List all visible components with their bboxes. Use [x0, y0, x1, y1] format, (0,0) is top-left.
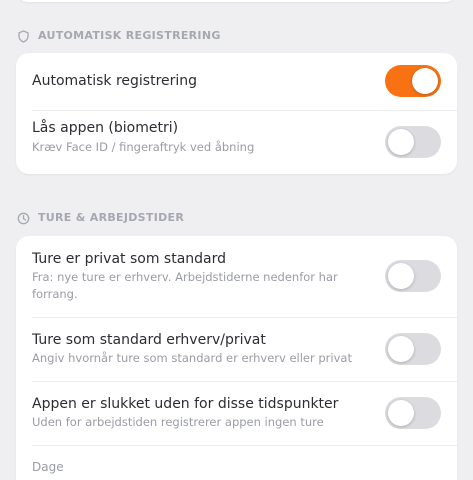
automatic-settings-card: Automatisk registrering Lås appen (biome…	[16, 53, 457, 174]
previous-card-edge	[16, 0, 457, 2]
toggle-knob	[388, 400, 414, 426]
setting-title: Automatisk registrering	[32, 73, 198, 89]
setting-row-default-business-private[interactable]: Ture som standard erhverv/privat Angiv h…	[16, 318, 457, 381]
toggle-knob	[388, 263, 414, 289]
off-outside-hours-toggle[interactable]	[385, 397, 441, 429]
setting-title: Appen er slukket uden for disse tidspunk…	[32, 396, 339, 412]
section-header-trips: TURE & ARBEJDSTIDER	[17, 210, 184, 226]
biometric-lock-toggle[interactable]	[385, 126, 441, 158]
clock-icon	[17, 212, 30, 224]
setting-subtitle: Uden for arbejdstiden registrerer appen …	[32, 415, 324, 429]
setting-row-biometric-lock[interactable]: Lås appen (biometri) Kræv Face ID / fing…	[16, 111, 457, 174]
setting-row-auto-register[interactable]: Automatisk registrering	[16, 53, 457, 110]
toggle-knob	[388, 336, 414, 362]
setting-row-off-outside-hours[interactable]: Appen er slukket uden for disse tidspunk…	[16, 382, 457, 445]
setting-subtitle: Angiv hvornår ture som standard er erhve…	[32, 351, 352, 365]
days-label: Dage	[32, 460, 64, 474]
private-default-toggle[interactable]	[385, 260, 441, 292]
trips-settings-card: Ture er privat som standard Fra: nye tur…	[16, 236, 457, 480]
setting-title: Lås appen (biometri)	[32, 120, 179, 136]
section-header-automatic: AUTOMATISK REGISTRERING	[17, 28, 221, 44]
settings-page: AUTOMATISK REGISTRERING Automatisk regis…	[0, 0, 473, 480]
setting-title: Ture som standard erhverv/privat	[32, 332, 266, 348]
default-business-private-toggle[interactable]	[385, 333, 441, 365]
row-divider	[32, 445, 457, 446]
setting-row-private-default[interactable]: Ture er privat som standard Fra: nye tur…	[16, 236, 457, 317]
toggle-knob	[412, 68, 438, 94]
shield-icon	[18, 29, 29, 43]
setting-subtitle: Kræv Face ID / fingeraftryk ved åbning	[32, 140, 255, 154]
auto-register-toggle[interactable]	[385, 65, 441, 97]
section-title-automatic: AUTOMATISK REGISTRERING	[38, 29, 221, 42]
setting-title: Ture er privat som standard	[32, 251, 227, 267]
section-title-trips: TURE & ARBEJDSTIDER	[38, 211, 185, 224]
toggle-knob	[388, 129, 414, 155]
setting-subtitle: Fra: nye ture er erhverv. Arbejdstiderne…	[32, 270, 338, 301]
